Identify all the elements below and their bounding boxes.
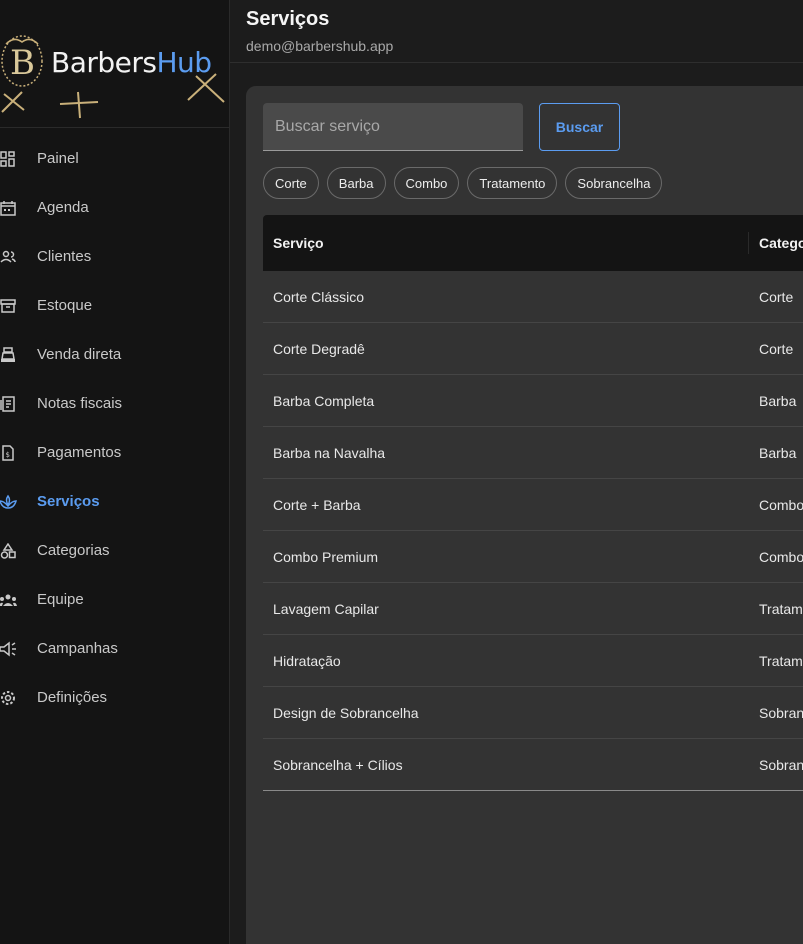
table-row[interactable]: Corte Clássico Corte [263,271,803,323]
sidebar-item-agenda[interactable]: Agenda [0,183,229,232]
filter-chip-tratamento[interactable]: Tratamento [467,167,558,199]
table-row[interactable]: Design de Sobrancelha Sobran [263,687,803,739]
sidebar-item-painel[interactable]: Painel [0,134,229,183]
sidebar-item-label: Painel [37,150,79,167]
category-icon [0,542,17,560]
service-cell: Combo Premium [273,548,379,565]
category-filter-chips: Corte Barba Combo Tratamento Sobrancelha [263,167,663,199]
sidebar-nav: Painel Agenda Clientes Estoque Venda dir… [0,134,229,722]
campaign-icon [0,640,17,658]
sidebar-item-label: Estoque [37,297,93,314]
sidebar-item-label: Venda direta [37,346,122,363]
clients-icon [0,248,17,266]
category-cell: Corte [759,340,794,357]
services-panel: Buscar Corte Barba Combo Tratamento Sobr… [246,86,803,944]
sidebar-item-label: Categorias [37,542,110,559]
table-row[interactable]: Lavagem Capilar Tratam [263,583,803,635]
search-input[interactable] [263,103,523,151]
scissors-icon [1,91,25,113]
barber-logo-icon: B [1,35,43,87]
services-table: Serviço Catego Corte Clássico Corte Cort… [263,215,803,791]
column-header-service[interactable]: Serviço [263,232,749,254]
category-cell: Tratam [759,652,803,669]
table-row[interactable]: Hidratação Tratam [263,635,803,687]
service-cell: Lavagem Capilar [273,600,379,617]
sidebar-item-label: Agenda [37,199,89,216]
page-header: Serviços demo@barbershub.app [230,0,803,63]
team-icon [0,591,17,609]
sidebar-item-equipe[interactable]: Equipe [0,575,229,624]
sidebar-item-label: Serviços [37,493,100,510]
service-cell: Barba Completa [273,392,375,409]
spa-icon [0,493,17,511]
razor-icon [187,73,225,103]
page-title: Serviços [246,8,330,30]
sidebar-item-label: Campanhas [37,640,118,657]
brand-logo[interactable]: B BarbersHub [0,0,229,128]
category-cell: Sobran [759,756,803,773]
inventory-icon [0,297,17,315]
filter-chip-corte[interactable]: Corte [263,167,319,199]
service-cell: Sobrancelha + Cílios [273,756,403,773]
sidebar-item-estoque[interactable]: Estoque [0,281,229,330]
sidebar-item-servicos[interactable]: Serviços [0,477,229,526]
cash-register-icon [0,346,17,364]
table-header: Serviço Catego [263,215,803,271]
sidebar-item-label: Clientes [37,248,92,265]
receipt-icon [0,395,17,413]
category-cell: Barba [759,392,797,409]
dashboard-icon [0,150,17,168]
column-header-category[interactable]: Catego [749,235,803,251]
settings-icon [0,689,17,707]
service-cell: Corte Clássico [273,288,365,305]
sidebar-item-label: Equipe [37,591,84,608]
comb-icon [59,91,99,119]
service-cell: Design de Sobrancelha [273,704,419,721]
sidebar-item-pagamentos[interactable]: $ Pagamentos [0,428,229,477]
sidebar-item-definicoes[interactable]: Definições [0,673,229,722]
service-cell: Hidratação [273,652,341,669]
sidebar: B BarbersHub Painel Agenda Clientes Esto… [0,0,230,944]
category-cell: Sobran [759,704,803,721]
service-cell: Corte + Barba [273,496,361,513]
sidebar-item-venda-direta[interactable]: Venda direta [0,330,229,379]
category-cell: Combo [759,496,803,513]
filter-chip-sobrancelha[interactable]: Sobrancelha [565,167,663,199]
payment-doc-icon: $ [0,444,17,462]
filter-chip-combo[interactable]: Combo [393,167,460,199]
table-row[interactable]: Barba Completa Barba [263,375,803,427]
table-row[interactable]: Barba na Navalha Barba [263,427,803,479]
brand-name-part1: Barbers [51,46,157,79]
search-button[interactable]: Buscar [539,103,620,151]
service-cell: Barba na Navalha [273,444,386,461]
svg-text:B: B [10,43,35,83]
sidebar-item-notas-fiscais[interactable]: Notas fiscais [0,379,229,428]
category-cell: Corte [759,288,794,305]
table-row[interactable]: Corte Degradê Corte [263,323,803,375]
sidebar-item-label: Pagamentos [37,444,122,461]
service-cell: Corte Degradê [273,340,365,357]
category-cell: Tratam [759,600,803,617]
svg-text:$: $ [6,451,10,459]
category-cell: Combo [759,548,803,565]
calendar-icon [0,199,17,217]
sidebar-item-label: Notas fiscais [37,395,123,412]
user-email: demo@barbershub.app [246,38,394,54]
table-row[interactable]: Combo Premium Combo [263,531,803,583]
table-row[interactable]: Sobrancelha + Cílios Sobran [263,739,803,791]
category-cell: Barba [759,444,797,461]
filter-chip-barba[interactable]: Barba [326,167,386,199]
sidebar-item-campanhas[interactable]: Campanhas [0,624,229,673]
sidebar-item-clientes[interactable]: Clientes [0,232,229,281]
table-row[interactable]: Corte + Barba Combo [263,479,803,531]
sidebar-item-label: Definições [37,689,108,706]
sidebar-item-categorias[interactable]: Categorias [0,526,229,575]
